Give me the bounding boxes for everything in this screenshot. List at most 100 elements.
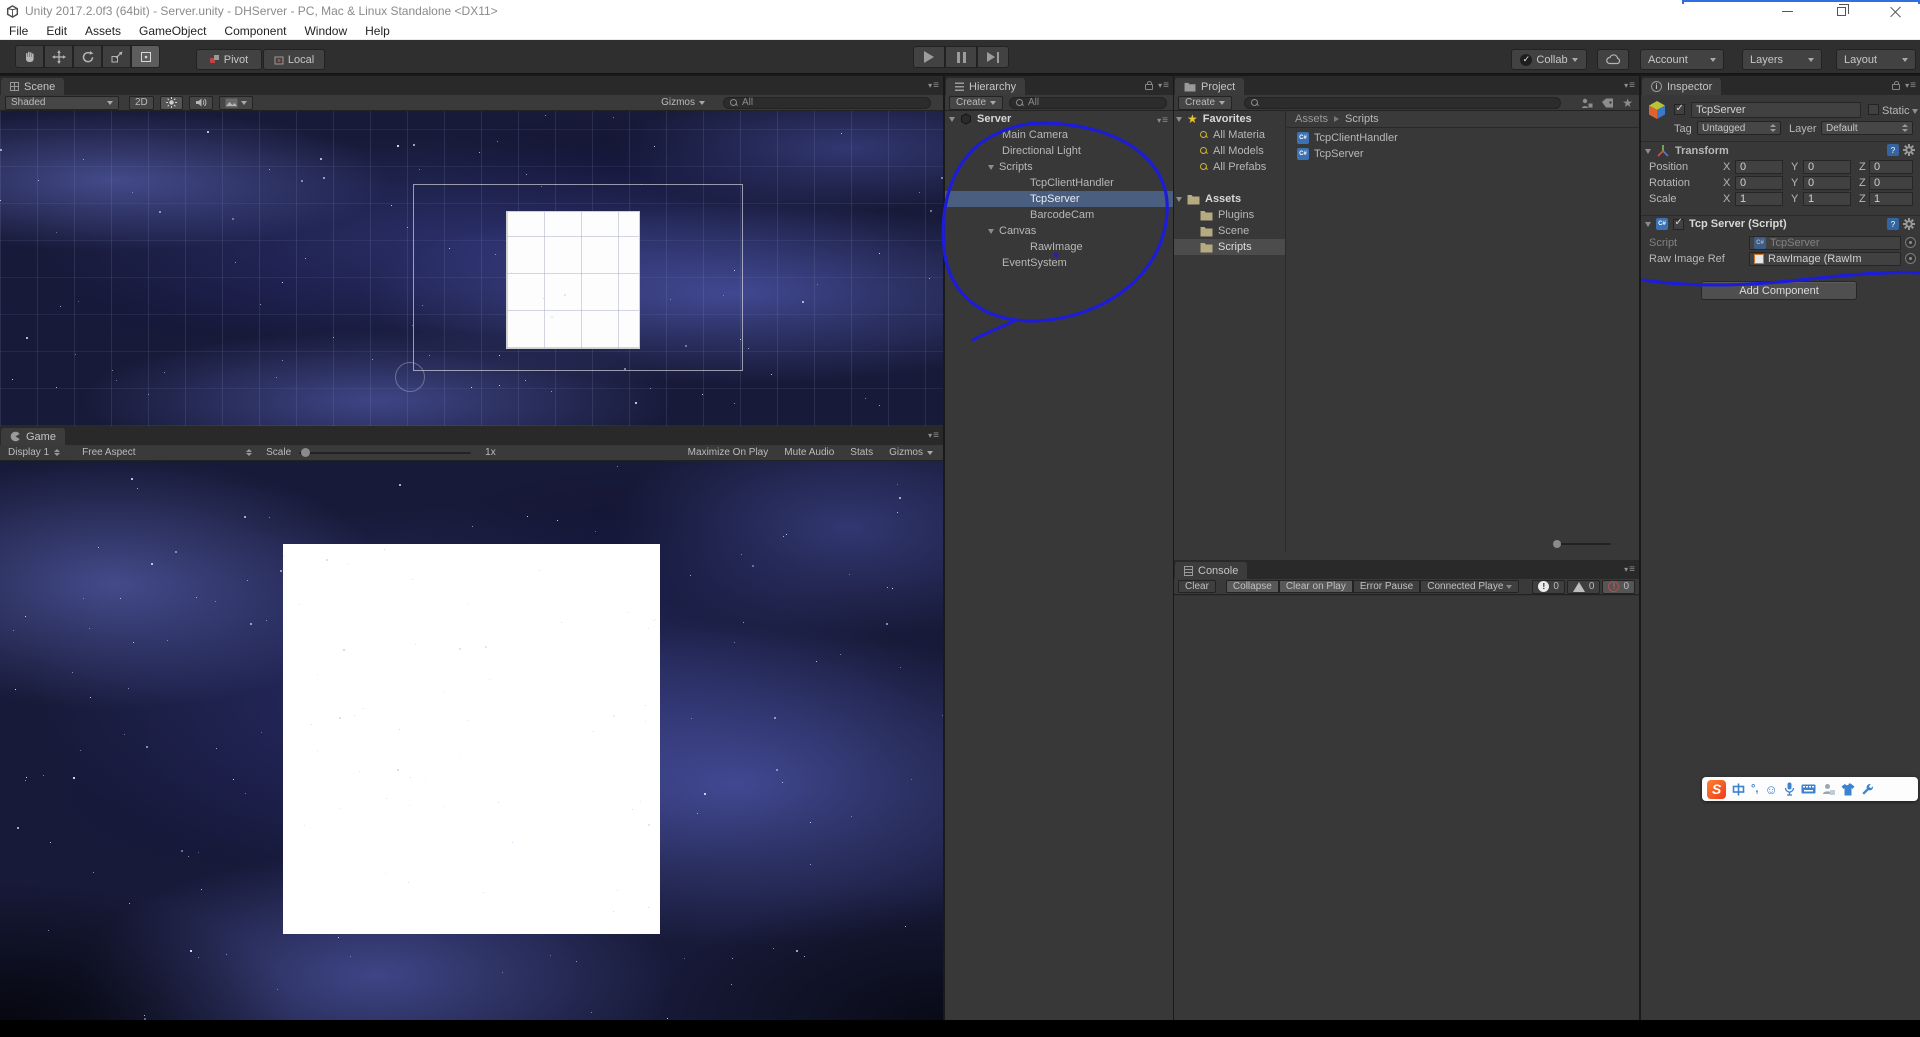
menu-help[interactable]: Help	[356, 24, 399, 38]
local-toggle-button[interactable]: Local	[263, 49, 325, 70]
microphone-icon[interactable]	[1784, 782, 1795, 796]
menu-edit[interactable]: Edit	[37, 24, 76, 38]
cloud-button[interactable]	[1597, 49, 1629, 70]
breadcrumb-current[interactable]: Scripts	[1345, 113, 1379, 125]
hierarchy-item-directional-light[interactable]: Directional Light	[945, 143, 1173, 159]
hierarchy-create-button[interactable]: Create	[949, 95, 1004, 110]
console-log-area[interactable]	[1174, 596, 1639, 1020]
tab-project[interactable]: Project	[1175, 78, 1245, 95]
project-create-button[interactable]: Create	[1178, 95, 1233, 110]
game-gizmos-dropdown[interactable]: Gizmos	[889, 447, 933, 458]
skin-icon[interactable]	[1841, 783, 1855, 796]
fold-open-icon[interactable]	[949, 116, 955, 122]
aspect-dropdown[interactable]: Free Aspect	[82, 447, 252, 458]
rotate-tool-button[interactable]	[73, 45, 102, 68]
2d-toggle-button[interactable]: 2D	[129, 95, 154, 110]
scale-x-field[interactable]: 1	[1735, 192, 1783, 206]
project-folder-scene[interactable]: Scene	[1174, 223, 1285, 239]
hierarchy-item-main-camera[interactable]: Main Camera	[945, 127, 1173, 143]
shading-mode-dropdown[interactable]: Shaded	[5, 95, 119, 110]
fold-open-icon[interactable]	[1176, 116, 1182, 122]
wrench-settings-icon[interactable]	[1861, 783, 1874, 796]
scene-menu-icon[interactable]	[1157, 115, 1168, 126]
position-z-field[interactable]: 0	[1869, 160, 1913, 174]
script-reference-field[interactable]: TcpServer	[1749, 236, 1901, 250]
rotation-y-field[interactable]: 0	[1803, 176, 1851, 190]
scale-slider-knob[interactable]	[301, 448, 311, 457]
scale-slider[interactable]	[299, 448, 472, 457]
panel-menu-icon[interactable]	[928, 80, 939, 91]
stats-button[interactable]: Stats	[850, 447, 873, 458]
pause-button[interactable]	[945, 46, 977, 68]
panel-menu-icon[interactable]	[1624, 564, 1635, 575]
console-connected-player-dropdown[interactable]: Connected Playe	[1420, 580, 1520, 593]
project-file-tcpserver[interactable]: TcpServer	[1287, 146, 1639, 162]
pivot-toggle-button[interactable]: Pivot	[196, 49, 262, 70]
maximize-on-play-button[interactable]: Maximize On Play	[688, 447, 769, 458]
console-warning-filter[interactable]: 0	[1566, 579, 1601, 594]
rawimage-object[interactable]	[506, 211, 640, 349]
project-favorites-root[interactable]: Favorites	[1174, 111, 1285, 127]
project-fav-all-prefabs[interactable]: All Prefabs	[1174, 159, 1285, 175]
menu-file[interactable]: File	[0, 24, 37, 38]
scale-y-field[interactable]: 1	[1803, 192, 1851, 206]
move-tool-button[interactable]	[44, 45, 73, 68]
search-by-type-icon[interactable]	[1581, 98, 1593, 108]
layer-dropdown[interactable]: Default	[1821, 121, 1913, 135]
soft-keyboard-icon[interactable]	[1801, 784, 1816, 794]
display-dropdown[interactable]: Display 1	[8, 447, 60, 458]
hierarchy-item-tcpclienthandler[interactable]: TcpClientHandler	[945, 175, 1173, 191]
project-zoom-knob[interactable]	[1553, 540, 1561, 548]
position-x-field[interactable]: 0	[1735, 160, 1783, 174]
position-y-field[interactable]: 0	[1803, 160, 1851, 174]
scene-viewport[interactable]	[0, 111, 943, 426]
account-dropdown[interactable]: Account	[1640, 49, 1724, 70]
step-button[interactable]	[977, 46, 1009, 68]
sogou-logo-icon[interactable]: S	[1707, 779, 1726, 799]
menu-component[interactable]: Component	[215, 24, 295, 38]
tab-hierarchy[interactable]: Hierarchy	[946, 78, 1026, 95]
console-clear-button[interactable]: Clear	[1178, 580, 1216, 593]
hierarchy-item-barcodecam[interactable]: BarcodeCam	[945, 207, 1173, 223]
close-button[interactable]	[1890, 5, 1902, 17]
layout-dropdown[interactable]: Layout	[1836, 49, 1916, 70]
lock-icon[interactable]	[1145, 81, 1154, 90]
mute-audio-button[interactable]: Mute Audio	[784, 447, 834, 458]
scene-lighting-toggle[interactable]	[159, 95, 183, 110]
rotation-z-field[interactable]: 0	[1869, 176, 1913, 190]
panel-menu-icon[interactable]	[928, 430, 939, 441]
console-clear-on-play-toggle[interactable]: Clear on Play	[1278, 580, 1353, 593]
minimize-button[interactable]	[1782, 10, 1793, 12]
fold-open-icon[interactable]	[988, 164, 994, 170]
help-icon[interactable]	[1887, 218, 1899, 230]
gear-icon[interactable]	[1903, 218, 1915, 230]
hierarchy-item-eventsystem[interactable]: EventSystem	[945, 255, 1173, 271]
object-picker-icon[interactable]	[1905, 253, 1916, 264]
collab-button[interactable]: Collab	[1511, 49, 1587, 70]
project-zoom-slider[interactable]	[1553, 540, 1611, 548]
tag-dropdown[interactable]: Untagged	[1697, 121, 1781, 135]
project-folder-scripts[interactable]: Scripts	[1174, 239, 1285, 255]
menu-gameobject[interactable]: GameObject	[130, 24, 215, 38]
panel-menu-icon[interactable]	[1624, 80, 1635, 91]
hierarchy-item-tcpserver[interactable]: TcpServer	[945, 191, 1173, 207]
scene-search-input[interactable]: All	[723, 96, 931, 109]
game-viewport[interactable]	[0, 461, 943, 1020]
gear-icon[interactable]	[1903, 144, 1915, 156]
object-name-field[interactable]: TcpServer	[1691, 102, 1861, 118]
scene-gizmos-dropdown[interactable]: Gizmos	[661, 97, 705, 108]
transform-header[interactable]: Transform	[1645, 144, 1729, 158]
scene-effects-dropdown[interactable]	[218, 95, 253, 110]
tcp-server-component-header[interactable]: Tcp Server (Script)	[1645, 217, 1787, 230]
static-checkbox[interactable]	[1868, 104, 1879, 115]
hierarchy-scene-root[interactable]: Server	[945, 111, 1173, 127]
project-assets-root[interactable]: Assets	[1174, 191, 1285, 207]
static-dropdown-icon[interactable]	[1912, 109, 1918, 114]
menu-assets[interactable]: Assets	[76, 24, 130, 38]
hierarchy-item-scripts[interactable]: Scripts	[945, 159, 1173, 175]
scale-tool-button[interactable]	[102, 45, 131, 68]
rect-tool-button[interactable]	[131, 45, 160, 68]
fold-open-icon[interactable]	[1176, 196, 1182, 202]
project-folder-plugins[interactable]: Plugins	[1174, 207, 1285, 223]
panel-menu-icon[interactable]	[1905, 80, 1916, 91]
